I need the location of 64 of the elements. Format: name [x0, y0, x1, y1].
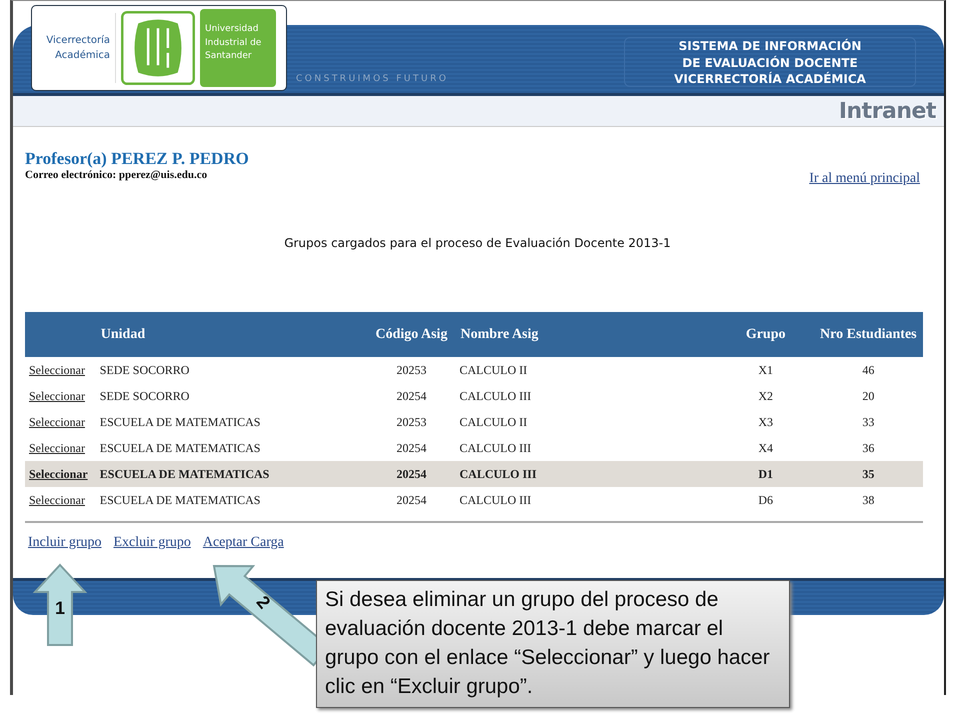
table-cell: ESCUELA DE MATEMATICAS: [100, 440, 260, 454]
table-row[interactable]: Seleccionar ESCUELA DE MATEMATICAS 20254 CALCULO III X4 36: [25, 435, 923, 461]
select-link[interactable]: Seleccionar: [29, 388, 85, 402]
table-cell: 20254: [396, 440, 426, 454]
page-title: Grupos cargados para el proceso de Evaluación Docente 2013-1: [283, 236, 672, 250]
table-cell: CALCULO III: [459, 466, 536, 480]
table-cell: CALCULO II: [459, 414, 528, 428]
table-cell: X4: [758, 440, 774, 454]
step-number: 1: [55, 598, 66, 619]
intranet-label: Intranet: [838, 98, 936, 124]
table-cell: ESCUELA DE MATEMATICAS: [100, 466, 270, 480]
table-row[interactable]: Seleccionar ESCUELA DE MATEMATICAS 20254 CALCULO III D6 38: [25, 487, 923, 522]
logo-icon: [121, 11, 195, 85]
table-cell: ESCUELA DE MATEMATICAS: [100, 414, 260, 428]
table-cell: 20254: [396, 492, 426, 506]
table-cell: X1: [758, 362, 774, 376]
email-text: Correo electrónico: pperez@uis.edu.co: [25, 169, 208, 181]
column-header: Código Asig: [375, 326, 448, 342]
table-cell: 46: [862, 362, 874, 376]
column-header: Nro Estudiantes: [820, 326, 917, 342]
table-cell: 20253: [396, 414, 426, 428]
table-cell: 36: [862, 440, 874, 454]
table-row[interactable]: Seleccionar SEDE SOCORRO 20253 CALCULO II X1 46: [25, 357, 923, 383]
action-link[interactable]: Incluir grupo: [28, 535, 102, 551]
table-cell: X2: [758, 388, 774, 402]
table-cell: 20253: [396, 362, 426, 376]
table-cell: SEDE SOCORRO: [100, 362, 190, 376]
table-cell: 33: [862, 414, 874, 428]
table-cell: ESCUELA DE MATEMATICAS: [100, 492, 260, 506]
table-cell: SEDE SOCORRO: [100, 388, 190, 402]
table-cell: 20254: [396, 466, 426, 480]
table-cell: CALCULO III: [459, 440, 532, 454]
table-cell: 35: [862, 466, 874, 480]
select-link[interactable]: Seleccionar: [29, 414, 85, 428]
main-menu-link[interactable]: Ir al menú principal: [809, 171, 920, 187]
table-cell: D1: [758, 466, 774, 480]
select-link[interactable]: Seleccionar: [29, 362, 85, 376]
callout-text: Si desea eliminar un grupo del proceso de evaluación docente 2013-1 debe marcar el grupo con el enlace “Seleccionar” y luego hacer clic en “Excluir grupo”.: [316, 580, 790, 708]
table-cell: CALCULO II: [459, 362, 528, 376]
table-cell: X3: [758, 414, 774, 428]
professor-name: Profesor(a) PEREZ P. PEDRO: [25, 149, 249, 169]
slogan: CONSTRUIMOS FUTURO: [296, 74, 448, 84]
system-title: SISTEMA DE INFORMACIÓN: [678, 38, 862, 54]
step-number: 2: [252, 592, 274, 614]
table-cell: 38: [862, 492, 874, 506]
select-link[interactable]: Seleccionar: [29, 440, 85, 454]
unit-name: Vicerrectoría Académica: [45, 34, 110, 63]
action-link[interactable]: Excluir grupo: [113, 535, 191, 551]
select-link[interactable]: Seleccionar: [29, 492, 85, 506]
table-row[interactable]: Seleccionar ESCUELA DE MATEMATICAS 20253 CALCULO II X3 33: [25, 409, 923, 435]
table-cell: CALCULO III: [459, 388, 532, 402]
column-header: Unidad: [100, 326, 146, 342]
table-cell: D6: [758, 492, 774, 506]
column-header: Grupo: [746, 326, 786, 342]
column-header: Nombre Asig: [460, 326, 538, 342]
table-cell: CALCULO III: [459, 492, 532, 506]
table-cell: 20254: [396, 388, 426, 402]
university-name: Universidad Industrial de Santander: [200, 9, 276, 87]
table-cell: 20: [862, 388, 874, 402]
select-link[interactable]: Seleccionar: [29, 466, 88, 480]
table-row[interactable]: Seleccionar SEDE SOCORRO 20254 CALCULO III X2 20: [25, 383, 923, 409]
action-link[interactable]: Aceptar Carga: [202, 535, 284, 551]
system-title: VICERRECTORÍA ACADÉMICA: [674, 71, 866, 88]
system-title: DE EVALUACIÓN DOCENTE: [682, 54, 858, 71]
